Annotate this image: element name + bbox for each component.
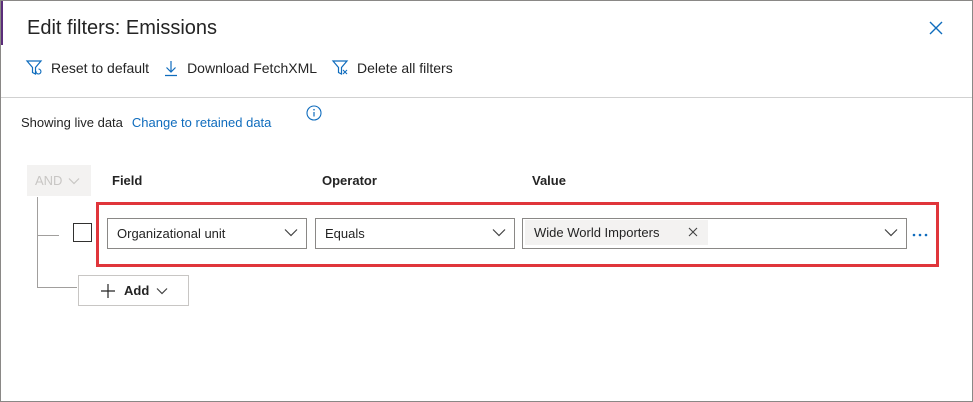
reset-label: Reset to default (51, 60, 150, 76)
field-column-header: Field (112, 173, 143, 188)
chevron-down-icon (69, 177, 80, 184)
delete-label: Delete all filters (357, 60, 453, 76)
highlighted-filter-row (96, 202, 939, 267)
chevron-down-icon (156, 287, 168, 294)
change-to-retained-link[interactable]: Change to retained data (132, 115, 272, 130)
close-icon (929, 21, 943, 35)
close-button[interactable] (929, 21, 949, 41)
edit-filters-dialog: Edit filters: Emissions Reset to default… (0, 0, 973, 402)
group-operator-select[interactable]: AND (27, 165, 91, 196)
download-fetchxml-button[interactable]: Download FetchXML (163, 59, 317, 77)
filter-reset-icon (25, 60, 43, 75)
tree-branch (37, 287, 77, 288)
reset-to-default-button[interactable]: Reset to default (25, 59, 149, 77)
toolbar: Reset to default Download FetchXML Delet… (25, 57, 467, 79)
operator-column-header: Operator (322, 173, 377, 188)
group-operator-label: AND (35, 173, 63, 188)
live-data-status: Showing live data (21, 115, 123, 130)
tree-branch (37, 235, 59, 236)
plus-icon (101, 283, 115, 298)
row-select-checkbox[interactable] (73, 223, 92, 242)
tree-connector (37, 197, 38, 287)
add-label: Add (124, 283, 150, 298)
info-icon[interactable] (306, 105, 322, 121)
filter-delete-icon (331, 60, 349, 75)
dialog-title: Edit filters: Emissions (27, 17, 218, 39)
data-mode-row: Showing live data Change to retained dat… (21, 115, 271, 130)
download-icon (165, 61, 178, 77)
window-edge (1, 1, 3, 45)
download-label: Download FetchXML (187, 60, 318, 76)
value-column-header: Value (532, 173, 566, 188)
add-button[interactable]: Add (78, 275, 189, 306)
header-divider (1, 97, 972, 98)
delete-all-filters-button[interactable]: Delete all filters (331, 59, 453, 77)
